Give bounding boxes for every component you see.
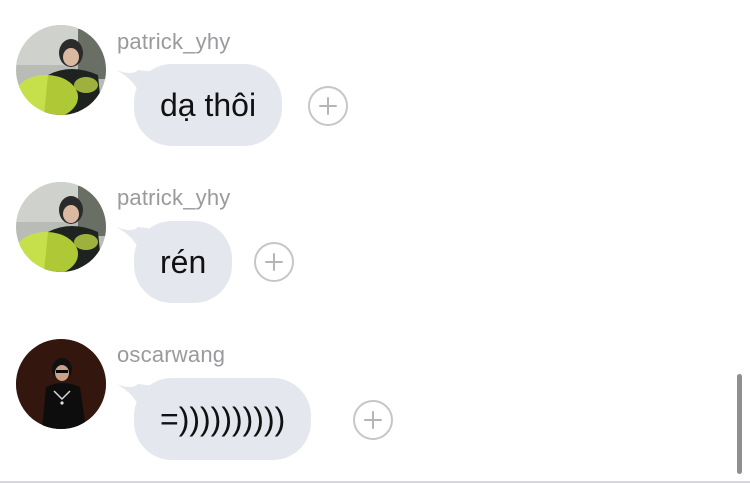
message-bubble[interactable]: =)))))))))) (134, 378, 312, 460)
scrollbar-thumb[interactable] (737, 374, 742, 474)
plus-circle-icon (265, 253, 283, 271)
avatar[interactable] (16, 25, 106, 115)
username: patrick_yhy (117, 185, 231, 210)
plus-circle-icon (364, 411, 382, 429)
add-reaction-button[interactable] (353, 400, 393, 440)
message-bubble[interactable]: dạ thôi (134, 64, 283, 146)
username: patrick_yhy (117, 29, 231, 54)
avatar[interactable] (16, 339, 106, 429)
chat-thread: patrick_yhy dạ thôi patrick_yhy rén osca… (0, 0, 750, 483)
username: oscarwang (117, 342, 226, 367)
plus-circle-icon (319, 97, 337, 115)
add-reaction-button[interactable] (254, 242, 294, 282)
avatar[interactable] (16, 182, 106, 272)
add-reaction-button[interactable] (308, 86, 348, 126)
message-bubble[interactable]: rén (134, 221, 233, 303)
